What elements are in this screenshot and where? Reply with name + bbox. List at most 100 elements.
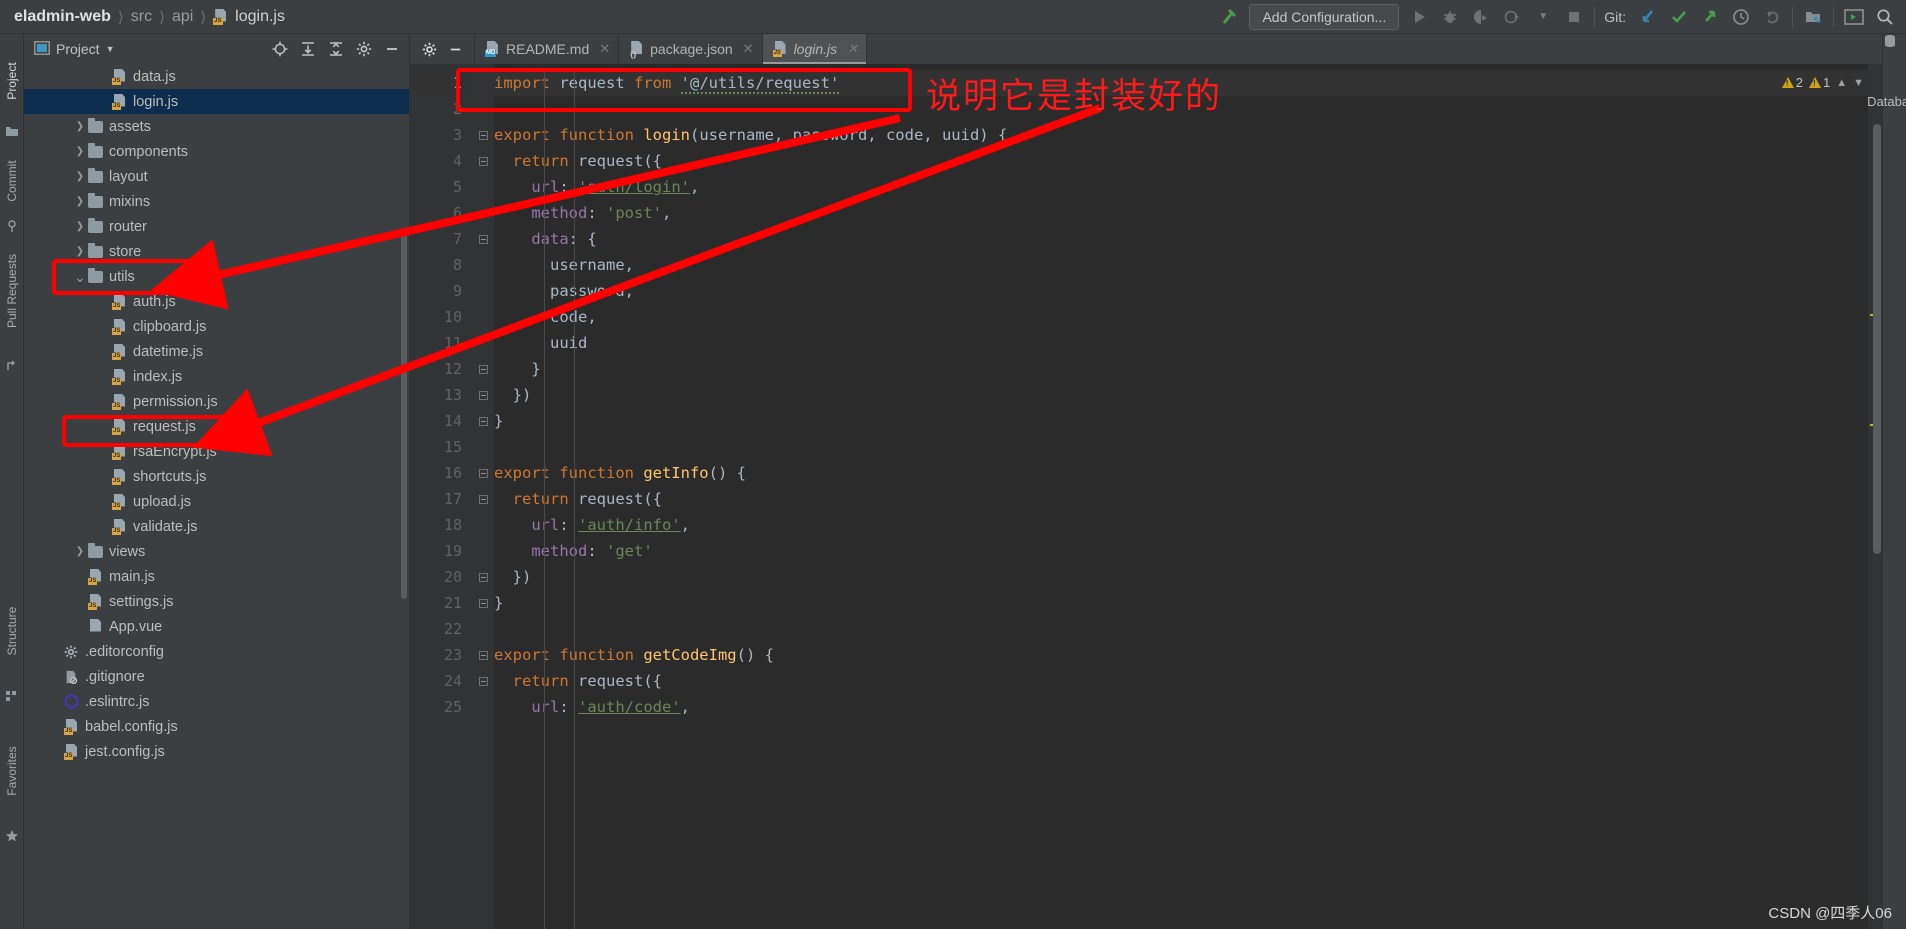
tree-row-request-js[interactable]: JS request.js <box>24 414 409 439</box>
close-icon[interactable]: ✕ <box>599 41 610 57</box>
weak-warning-count-badge[interactable]: 1 <box>1808 75 1830 90</box>
code-line[interactable]: uuid <box>494 330 1868 356</box>
inspections-widget[interactable]: 2 1 ▲ ▼ <box>1781 75 1864 90</box>
code-line[interactable]: } <box>494 408 1868 434</box>
fold-toggle-icon[interactable] <box>472 564 494 590</box>
settings-gear-icon[interactable] <box>353 38 375 60</box>
select-opened-file-icon[interactable] <box>269 38 291 60</box>
hide-panel-icon[interactable] <box>381 38 403 60</box>
breadcrumb-src[interactable]: src <box>131 8 152 26</box>
git-commit-icon[interactable] <box>1668 6 1690 28</box>
project-structure-icon[interactable] <box>1802 6 1824 28</box>
fold-toggle-icon[interactable] <box>472 226 494 252</box>
code-line[interactable]: } <box>494 356 1868 382</box>
tree-row-utils[interactable]: ⌄ utils <box>24 264 409 289</box>
terminal-icon[interactable] <box>1843 6 1865 28</box>
code-editor[interactable]: 1 2 3 4 5 6 7 8 9 10 11 12 13 14 15 16 17 18 19 20 21 22 23 24 2… <box>410 64 1882 929</box>
fold-toggle-icon[interactable] <box>472 486 494 512</box>
tree-row-settings-js[interactable]: JS settings.js <box>24 589 409 614</box>
expand-all-icon[interactable] <box>297 38 319 60</box>
fold-toggle-icon[interactable] <box>472 382 494 408</box>
fold-toggle-icon[interactable] <box>472 122 494 148</box>
tree-row-upload-js[interactable]: JS upload.js <box>24 489 409 514</box>
sidebar-item-pull-requests[interactable]: Pull Requests <box>5 254 19 328</box>
tree-row-index-js[interactable]: JS index.js <box>24 364 409 389</box>
sidebar-item-project[interactable]: Project <box>5 49 19 113</box>
code-line[interactable]: export function getInfo() { <box>494 460 1868 486</box>
tree-row-babel-config-js[interactable]: JS babel.config.js <box>24 714 409 739</box>
tree-row-auth-js[interactable]: JS auth.js <box>24 289 409 314</box>
code-line[interactable]: }) <box>494 564 1868 590</box>
tree-row-data-js[interactable]: JS data.js <box>24 64 409 89</box>
chevron-right-icon[interactable]: ❯ <box>72 546 88 557</box>
sidebar-item-database[interactable]: Database <box>1863 94 1906 109</box>
code-line[interactable]: code, <box>494 304 1868 330</box>
next-highlight-icon[interactable]: ▼ <box>1853 77 1864 89</box>
add-configuration-button[interactable]: Add Configuration... <box>1249 3 1400 30</box>
tree-row-layout[interactable]: ❯ layout <box>24 164 409 189</box>
code-line[interactable]: export function getCodeImg() { <box>494 642 1868 668</box>
build-hammer-icon[interactable] <box>1218 6 1240 28</box>
editor-scrollbar[interactable] <box>1873 124 1881 554</box>
code-line[interactable]: export function login(username, password… <box>494 122 1868 148</box>
code-line[interactable]: url: 'auth/code', <box>494 694 1868 720</box>
profiler-icon[interactable] <box>1501 6 1523 28</box>
project-tree-scrollbar[interactable] <box>401 229 407 599</box>
tree-row-router[interactable]: ❯ router <box>24 214 409 239</box>
tree-row-store[interactable]: ❯ store <box>24 239 409 264</box>
fold-toggle-icon[interactable] <box>472 356 494 382</box>
warning-count-badge[interactable]: 2 <box>1781 75 1803 90</box>
code-line[interactable]: url: 'auth/info', <box>494 512 1868 538</box>
code-line[interactable] <box>494 434 1868 460</box>
editor-tab-readme-md[interactable]: MD README.md ✕ <box>475 34 620 64</box>
project-file-tree[interactable]: JS data.js JS login.js ❯ assets ❯ components ❯ la… <box>24 64 409 929</box>
tree-row-mixins[interactable]: ❯ mixins <box>24 189 409 214</box>
chevron-down-icon[interactable]: ▼ <box>106 44 115 54</box>
breadcrumb-project[interactable]: eladmin-web <box>14 8 111 26</box>
sidebar-item-commit[interactable]: Commit <box>5 149 19 213</box>
fold-toggle-icon[interactable] <box>472 668 494 694</box>
tree-row--editorconfig[interactable]: .editorconfig <box>24 639 409 664</box>
chevron-right-icon[interactable]: ❯ <box>72 246 88 257</box>
code-line[interactable] <box>494 616 1868 642</box>
hide-editor-panel-icon[interactable] <box>444 38 466 60</box>
chevron-right-icon[interactable]: ❯ <box>72 196 88 207</box>
tree-row-login-js[interactable]: JS login.js <box>24 89 409 114</box>
git-push-icon[interactable] <box>1699 6 1721 28</box>
sidebar-item-favorites[interactable]: Favorites <box>5 739 19 803</box>
tree-row-clipboard-js[interactable]: JS clipboard.js <box>24 314 409 339</box>
chevron-right-icon[interactable]: ❯ <box>72 146 88 157</box>
search-icon[interactable] <box>1874 6 1896 28</box>
tree-row-assets[interactable]: ❯ assets <box>24 114 409 139</box>
code-line[interactable]: url: 'auth/login', <box>494 174 1868 200</box>
close-icon[interactable]: ✕ <box>847 41 858 57</box>
code-line[interactable]: username, <box>494 252 1868 278</box>
fold-toggle-icon[interactable] <box>472 460 494 486</box>
editor-tab-login-js[interactable]: JS login.js ✕ <box>762 34 868 64</box>
chevron-down-icon[interactable]: ⌄ <box>72 270 88 284</box>
git-rollback-icon[interactable] <box>1761 6 1783 28</box>
sidebar-item-structure[interactable]: Structure <box>5 599 19 663</box>
code-content[interactable]: import request from '@/utils/request' ex… <box>494 64 1868 929</box>
tree-row-rsaencrypt-js[interactable]: JS rsaEncrypt.js <box>24 439 409 464</box>
code-line[interactable]: } <box>494 590 1868 616</box>
code-line[interactable]: return request({ <box>494 148 1868 174</box>
code-line[interactable]: password, <box>494 278 1868 304</box>
tree-row-app-vue[interactable]: App.vue <box>24 614 409 639</box>
code-line[interactable]: method: 'post', <box>494 200 1868 226</box>
settings-gear-icon[interactable] <box>418 38 440 60</box>
code-line[interactable]: method: 'get' <box>494 538 1868 564</box>
git-update-icon[interactable] <box>1637 6 1659 28</box>
tree-row-main-js[interactable]: JS main.js <box>24 564 409 589</box>
chevron-right-icon[interactable]: ❯ <box>72 121 88 132</box>
run-icon[interactable] <box>1408 6 1430 28</box>
tree-row-views[interactable]: ❯ views <box>24 539 409 564</box>
run-with-coverage-icon[interactable] <box>1470 6 1492 28</box>
code-line[interactable]: data: { <box>494 226 1868 252</box>
tree-row-shortcuts-js[interactable]: JS shortcuts.js <box>24 464 409 489</box>
collapse-all-icon[interactable] <box>325 38 347 60</box>
tree-row--gitignore[interactable]: .gitignore <box>24 664 409 689</box>
fold-toggle-icon[interactable] <box>472 148 494 174</box>
breadcrumb[interactable]: eladmin-web ⟩ src ⟩ api ⟩ JS login.js <box>0 8 285 26</box>
fold-toggle-icon[interactable] <box>472 590 494 616</box>
